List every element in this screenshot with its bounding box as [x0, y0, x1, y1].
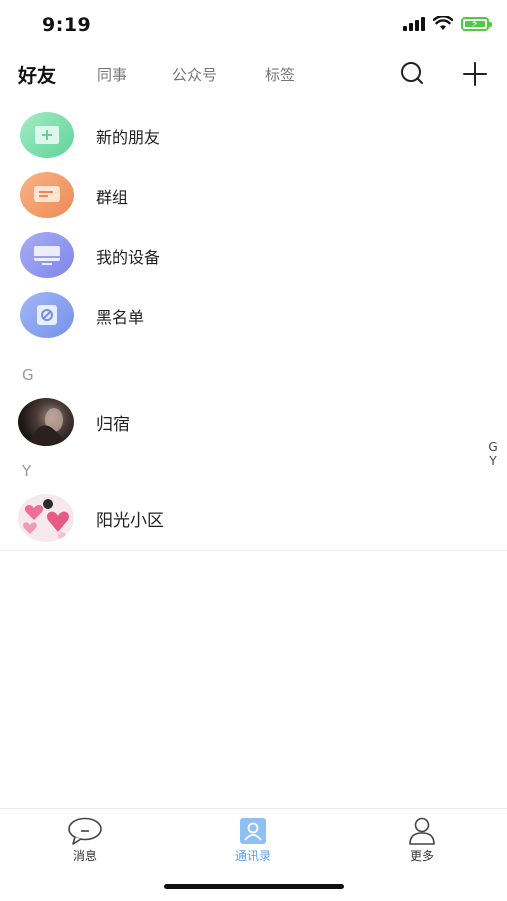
search-icon [401, 62, 423, 84]
home-indicator [164, 884, 344, 889]
section-header-g: G [22, 366, 34, 384]
groups-row[interactable]: 群组 [0, 166, 507, 226]
status-time: 9:19 [42, 14, 92, 36]
cellular-signal-icon [403, 16, 425, 31]
add-button[interactable] [461, 60, 489, 88]
nav-messages-label: 消息 [72, 849, 97, 863]
tab-official-accounts[interactable]: 公众号 [172, 64, 217, 85]
plus-icon [463, 62, 487, 86]
groups-label: 群组 [96, 188, 129, 207]
tab-colleagues[interactable]: 同事 [97, 64, 127, 85]
contact-name: 阳光小区 [96, 511, 164, 531]
wifi-icon [433, 16, 453, 30]
avatar [18, 398, 74, 446]
avatar [18, 494, 74, 542]
index-letter-g[interactable]: G [487, 440, 499, 454]
contact-row[interactable]: 阳光小区 [0, 488, 507, 552]
tab-tags[interactable]: 标签 [265, 64, 295, 85]
my-devices-row[interactable]: 我的设备 [0, 226, 507, 286]
search-button[interactable] [398, 60, 426, 88]
my-devices-label: 我的设备 [96, 248, 161, 267]
blacklist-label: 黑名单 [96, 308, 145, 327]
new-friends-row[interactable]: 新的朋友 [0, 106, 507, 166]
alphabet-index-bar: G Y [487, 440, 499, 468]
contact-name: 归宿 [96, 415, 130, 435]
nav-more-label: 更多 [409, 849, 434, 863]
contact-row[interactable]: 归宿 [0, 392, 507, 456]
nav-more[interactable]: 更多 [382, 817, 462, 864]
status-bar: 9:19 ⚡ [0, 0, 507, 50]
nav-messages[interactable]: 消息 [45, 817, 125, 864]
group-chat-icon [20, 172, 74, 218]
contacts-icon [240, 818, 266, 844]
person-icon [409, 817, 435, 845]
top-tab-bar: 好友 同事 公众号 标签 [0, 56, 507, 92]
tab-friends[interactable]: 好友 [18, 61, 56, 88]
new-friends-label: 新的朋友 [96, 128, 161, 147]
nav-contacts[interactable]: 通讯录 [213, 817, 293, 864]
monitor-icon [20, 232, 74, 278]
nav-contacts-label: 通讯录 [234, 849, 271, 863]
index-letter-y[interactable]: Y [487, 454, 499, 468]
status-icons: ⚡ [403, 16, 492, 31]
blacklist-row[interactable]: 黑名单 [0, 286, 507, 346]
chat-bubble-icon [68, 817, 102, 845]
add-friend-icon [20, 112, 74, 158]
section-header-y: Y [22, 462, 32, 480]
list-divider [0, 550, 507, 551]
battery-icon: ⚡ [461, 16, 492, 31]
block-icon [20, 292, 74, 338]
